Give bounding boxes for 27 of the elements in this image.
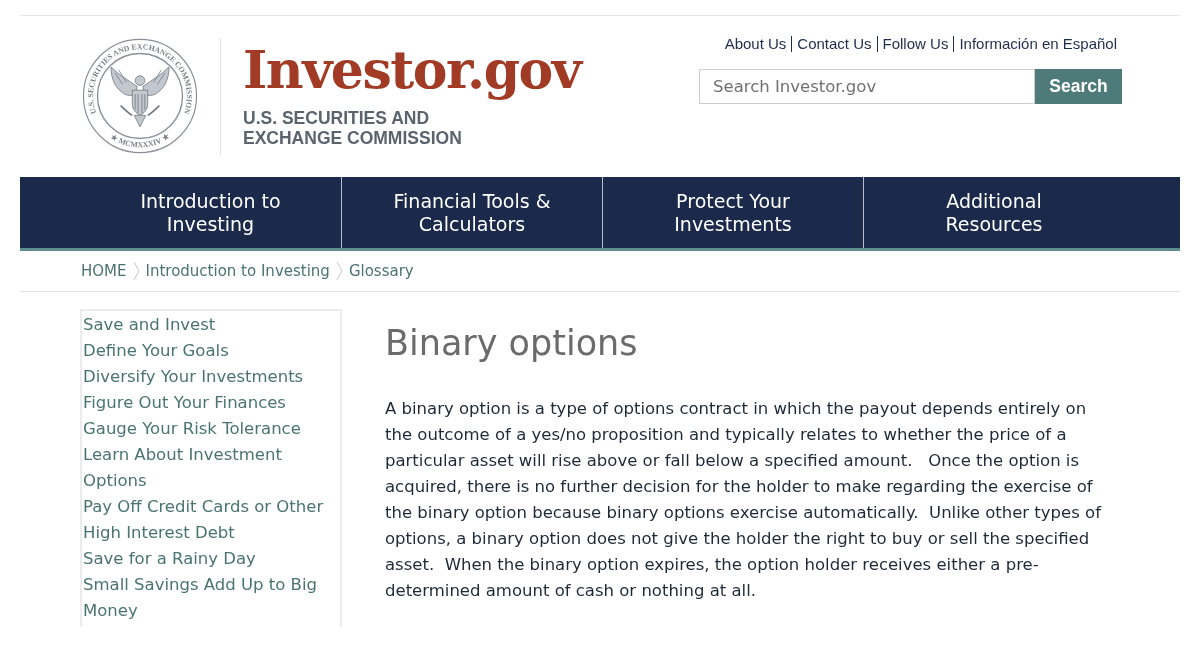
nav-menu-item[interactable]: Protect Your Investments	[602, 177, 863, 248]
article-body: A binary option is a type of options contract in which the payout depends entirely on the outcome of a yes/no proposition and typically relates to whether the price of a particular asset will rise above or fall below a specified amount. Once the option is acquired, there is no further decision for the holder to make regarding the exercise of the binary option because binary options exercise automatically. Unlike other types of options, a binary option does not give the holder the right to buy or sell the specified asset. When the binary option expires, the option holder receives either a pre-determined amount of cash or nothing at all.	[385, 398, 1103, 602]
nav-menu-item[interactable]: Additional Resources	[863, 177, 1124, 248]
sidebar-link[interactable]: Define Your Goals	[83, 338, 338, 364]
header-link[interactable]: Información en Español	[953, 36, 1117, 52]
search-field[interactable]: Search Investor.gov	[699, 69, 1035, 104]
sidebar-link[interactable]: Pay Off Credit Cards or Other High Interest Debt	[83, 494, 338, 546]
header-link[interactable]: Contact Us	[791, 36, 877, 52]
article-title: Binary options	[385, 322, 639, 365]
header-link[interactable]: About Us	[724, 34, 792, 54]
search-button[interactable]: Search	[1035, 69, 1122, 104]
sidebar-link[interactable]: Learn About Investment Options	[83, 442, 338, 494]
sidebar-link[interactable]: Gauge Your Risk Tolerance	[83, 416, 338, 442]
breadcrumb-link[interactable]: Glossary	[348, 259, 414, 283]
nav-menu-item[interactable]: Financial Tools & Calculators	[341, 177, 602, 248]
sidebar-link[interactable]: Figure Out Your Finances	[83, 390, 338, 416]
sidebar-link[interactable]: Save for a Rainy Day	[83, 546, 338, 572]
breadcrumb-link[interactable]: Introduction to Investing	[145, 259, 330, 283]
sidebar-link[interactable]: Diversify Your Investments	[83, 364, 338, 390]
header-link[interactable]: Follow Us	[876, 36, 954, 52]
nav-menu-item[interactable]: Introduction to Investing	[80, 177, 341, 248]
agency-name: U.S. SECURITIES AND EXCHANGE COMMISSION	[243, 108, 463, 148]
chevron-icon	[335, 261, 343, 281]
sidebar-link[interactable]: Save and Invest	[83, 312, 338, 338]
chevron-icon	[132, 261, 140, 281]
breadcrumb-link[interactable]: HOME	[81, 259, 127, 283]
sidebar-link[interactable]: Small Savings Add Up to Big Money	[83, 572, 338, 624]
